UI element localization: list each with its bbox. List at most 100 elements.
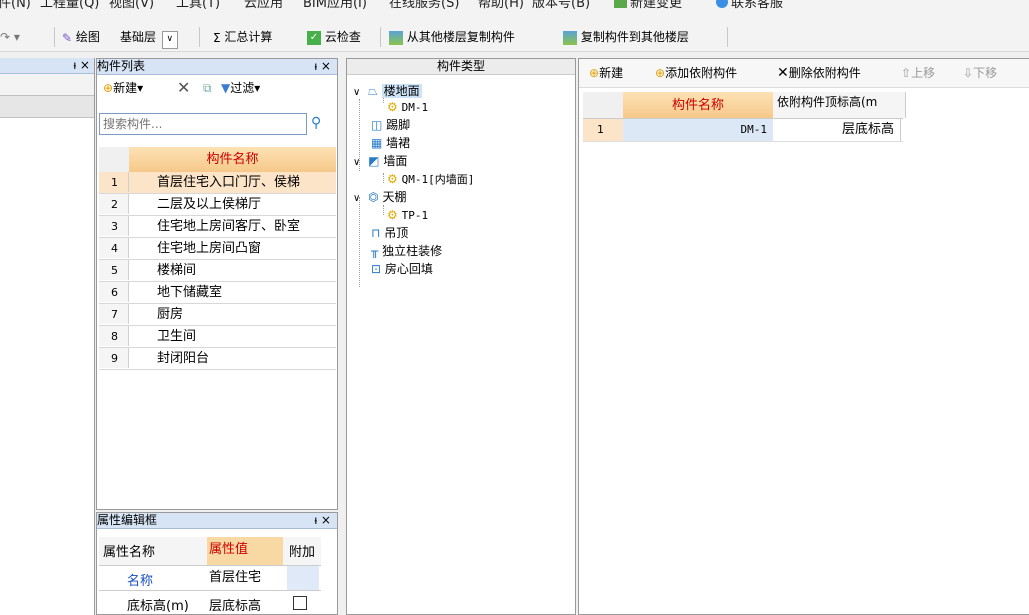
component-list-panel: 构件列表 ᵼ × ⊕新建▾ ✕ ⧉ ▼过滤▾ ⚲ 构件名称 1 首层住宅入口门厅、…	[96, 58, 338, 510]
row-top-elevation[interactable]: 层底标高	[773, 119, 901, 141]
panel-title: 构件类型	[436, 59, 485, 73]
property-row[interactable]: 底标高(m) 层底标高	[99, 591, 321, 615]
left-panel-row[interactable]	[0, 74, 94, 96]
layer-select[interactable]: 基础层 ∨	[120, 28, 178, 49]
component-icon: ⚙	[387, 100, 398, 114]
table-row[interactable]: 6 地下储藏室	[99, 282, 336, 304]
column-icon: ╥	[371, 244, 379, 258]
menu-online-service[interactable]: 在线服务(S)	[389, 0, 459, 11]
menu-quantity[interactable]: 工程量(Q)	[40, 0, 99, 11]
menu-file[interactable]: 件(N)	[0, 0, 31, 11]
toolbar-separator	[380, 27, 381, 47]
tree-node-floor[interactable]: ∨ ⏢ 楼地面	[353, 83, 422, 99]
property-value[interactable]: 层底标高	[209, 595, 261, 614]
table-row[interactable]: 8 卫生间	[99, 326, 336, 348]
arrow-down-icon: ⇩	[963, 66, 974, 80]
table-row[interactable]: 1 首层住宅入口门厅、侯梯	[99, 172, 336, 194]
pin-close-icon[interactable]: ᵼ ×	[314, 59, 331, 74]
table-header: 构件名称 依附构件顶标高(m	[583, 92, 906, 119]
chevron-down-icon[interactable]: ∨	[161, 31, 178, 49]
menu-cloud-app[interactable]: 云应用	[244, 0, 283, 11]
menu-view[interactable]: 视图(V)	[109, 0, 154, 11]
cloud-check-icon: ✓	[307, 30, 321, 45]
table-row[interactable]: 7 厨房	[99, 304, 336, 326]
collapse-chevron-icon[interactable]: ∨	[353, 87, 360, 98]
left-nav-panel: ᵼ ×	[0, 58, 95, 615]
toolbar-separator	[727, 27, 728, 47]
copy-to-floor-button[interactable]: 复制构件到其他楼层	[563, 28, 689, 46]
tree-guide	[383, 173, 384, 183]
table-row[interactable]: 2 二层及以上侯梯厅	[99, 194, 336, 216]
panel-title: 构件列表	[97, 59, 146, 73]
tree-node-wall-surface[interactable]: ∨ ◩ 墙面	[353, 153, 407, 169]
table-row[interactable]: 9 封闭阳台	[99, 348, 336, 370]
draw-button[interactable]: ✎ 绘图	[62, 28, 100, 46]
floor-icon: ⏢	[368, 84, 378, 98]
summary-calc-button[interactable]: Σ 汇总计算	[213, 28, 272, 46]
add-attached-button[interactable]: ⊕添加依附构件	[655, 59, 737, 87]
new-change-icon	[614, 0, 627, 8]
move-down-button[interactable]: ⇩下移	[963, 59, 997, 87]
copy-floor-icon	[563, 30, 577, 45]
table-row[interactable]: 5 楼梯间	[99, 260, 336, 282]
tree-node-tp1[interactable]: ⚙ TP-1	[387, 207, 428, 223]
delete-icon[interactable]: ✕	[177, 76, 190, 100]
tree-node-skirting[interactable]: ◫ 踢脚	[371, 117, 410, 133]
row-number: 3	[99, 216, 129, 236]
header-component-name[interactable]: 构件名称	[623, 92, 773, 118]
pin-close-icon[interactable]: ᵼ ×	[314, 513, 331, 528]
tree-node-ceiling[interactable]: ∨ ⏣ 天棚	[353, 189, 406, 205]
component-type-titlebar: 构件类型	[347, 59, 575, 75]
tree-node-column-finish[interactable]: ╥ 独立柱装修	[371, 243, 442, 259]
header-name[interactable]: 构件名称	[129, 147, 336, 172]
panel-title: 属性编辑框	[97, 513, 158, 527]
delete-attached-button[interactable]: ✕删除依附构件	[777, 59, 861, 87]
tree-node-dm1[interactable]: ⚙ DM-1	[387, 99, 428, 115]
row-name: 二层及以上侯梯厅	[157, 197, 262, 212]
property-table: 属性名称 属性值 附加 名称 首层住宅 底标高(m) 层底标高	[99, 537, 321, 615]
row-name: 封闭阳台	[157, 351, 210, 366]
menu-version[interactable]: 版本号(B)	[532, 0, 590, 11]
property-row[interactable]: 名称 首层住宅	[99, 566, 321, 591]
property-extra-cell	[287, 566, 319, 590]
menu-tools[interactable]: 工具(T)	[176, 0, 220, 11]
table-row[interactable]: 3 住宅地上房间客厅、卧室	[99, 216, 336, 238]
header-extra: 附加	[289, 545, 316, 560]
property-editor-titlebar: 属性编辑框 ᵼ ×	[97, 513, 337, 529]
type-tree: ∨ ⏢ 楼地面 ⚙ DM-1 ◫ 踢脚 ▦ 墙裙 ∨ ◩ 墙面 ⚙ QM-1[内…	[347, 81, 575, 381]
tree-node-dado[interactable]: ▦ 墙裙	[371, 135, 410, 151]
toolbar: ↷ ▾ ✎ 绘图 基础层 ∨ Σ 汇总计算 ✓ 云检查 从其他楼层复制构件 复制…	[0, 22, 1029, 52]
pin-close-icon[interactable]: ᵼ ×	[73, 58, 90, 72]
row-name: 厨房	[157, 307, 184, 322]
component-type-panel: 构件类型 ∨ ⏢ 楼地面 ⚙ DM-1 ◫ 踢脚 ▦ 墙裙 ∨ ◩ 墙面 ⚙ Q…	[346, 58, 576, 615]
search-input[interactable]	[99, 113, 307, 135]
new-component-button[interactable]: ⊕新建▾	[103, 76, 143, 100]
filter-button[interactable]: ▼过滤▾	[221, 76, 260, 100]
left-panel-row[interactable]	[0, 96, 94, 118]
table-row[interactable]: 4 住宅地上房间凸窗	[99, 238, 336, 260]
search-icon[interactable]: ⚲	[311, 115, 321, 131]
row-name: 地下储藏室	[157, 285, 223, 300]
property-header-row: 属性名称 属性值 附加	[99, 537, 321, 566]
collapse-chevron-icon[interactable]: ∨	[353, 157, 360, 168]
menu-help[interactable]: 帮助(H)	[478, 0, 524, 11]
collapse-chevron-icon[interactable]: ∨	[353, 193, 360, 204]
new-change-menu[interactable]: 新建变更	[614, 0, 682, 11]
contact-support-menu[interactable]: 联系客服	[716, 0, 783, 11]
copy-from-floor-button[interactable]: 从其他楼层复制构件	[389, 28, 515, 46]
tree-node-backfill[interactable]: ⊡ 房心回填	[371, 261, 433, 277]
undo-dropdown[interactable]: ↷ ▾	[0, 28, 20, 46]
new-attached-button[interactable]: ⊕新建	[589, 59, 623, 87]
tree-node-qm1[interactable]: ⚙ QM-1[内墙面]	[387, 171, 474, 187]
copy-icon[interactable]: ⧉	[203, 76, 212, 100]
property-value[interactable]: 首层住宅	[207, 566, 287, 590]
header-top-elevation[interactable]: 依附构件顶标高(m	[773, 92, 906, 118]
property-editor-panel: 属性编辑框 ᵼ × 属性名称 属性值 附加 名称 首层住宅 底标高(m) 层底标…	[96, 512, 338, 615]
cloud-check-button[interactable]: ✓ 云检查	[307, 28, 361, 46]
table-row[interactable]: 1 DM-1 层底标高	[583, 119, 903, 142]
extra-checkbox[interactable]	[293, 596, 307, 610]
menu-bim[interactable]: BIM应用(I)	[303, 0, 367, 11]
move-up-button[interactable]: ⇧上移	[901, 59, 935, 87]
tree-node-suspended-ceiling[interactable]: ⊓ 吊顶	[371, 225, 408, 241]
row-number: 5	[99, 260, 129, 280]
